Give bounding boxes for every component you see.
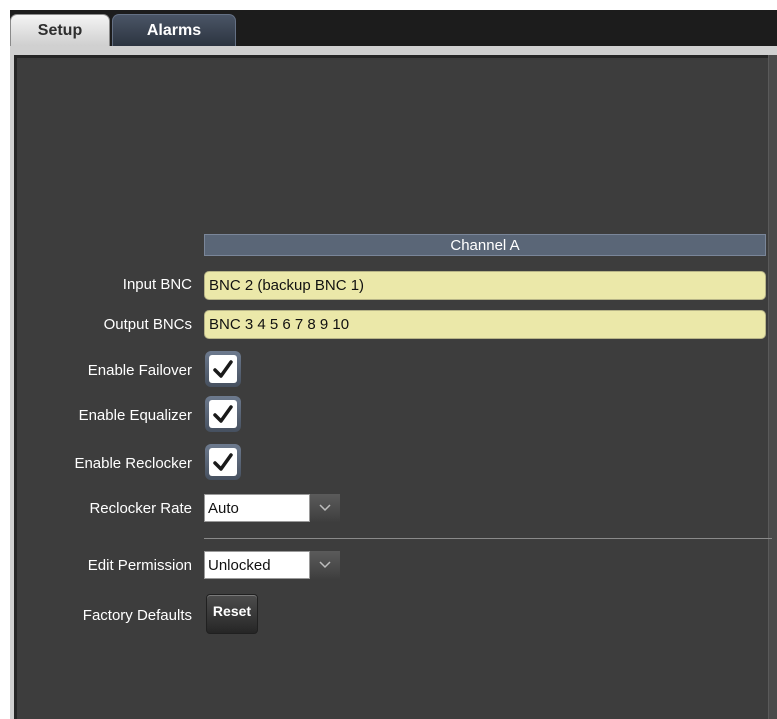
edit-permission-value: Unlocked: [204, 551, 310, 579]
input-bnc-field[interactable]: BNC 2 (backup BNC 1): [204, 271, 766, 300]
enable-reclocker-checkbox[interactable]: [205, 444, 241, 480]
tab-setup-label: Setup: [37, 21, 83, 39]
enable-equalizer-label: Enable Equalizer: [78, 407, 192, 424]
tab-alarms[interactable]: Alarms: [112, 14, 236, 46]
factory-defaults-label: Factory Defaults: [82, 607, 192, 624]
tab-bar: Setup Alarms: [10, 10, 777, 46]
enable-equalizer-checkbox[interactable]: [205, 396, 241, 432]
enable-failover-label: Enable Failover: [87, 362, 192, 379]
enable-equalizer-box: [209, 400, 237, 428]
panel-scroll-edge: [768, 55, 777, 719]
output-bncs-value: BNC 3 4 5 6 7 8 9 10: [209, 316, 350, 333]
section-divider: [204, 538, 772, 539]
output-bncs-label: Output BNCs: [103, 316, 192, 333]
enable-failover-checkbox[interactable]: [205, 351, 241, 387]
reset-button[interactable]: Reset: [206, 594, 258, 634]
checkmark-icon: [213, 360, 233, 378]
enable-failover-box: [209, 355, 237, 383]
tab-alarms-label: Alarms: [146, 21, 202, 39]
chevron-down-icon[interactable]: [310, 494, 340, 522]
checkmark-icon: [213, 405, 233, 423]
tab-setup[interactable]: Setup: [10, 14, 110, 46]
reclocker-rate-select[interactable]: Auto: [204, 494, 340, 522]
channel-header: Channel A: [204, 234, 766, 256]
checkmark-icon: [213, 453, 233, 471]
enable-reclocker-label: Enable Reclocker: [74, 455, 192, 472]
input-bnc-label: Input BNC: [122, 276, 192, 293]
input-bnc-value: BNC 2 (backup BNC 1): [209, 277, 365, 294]
edit-permission-label: Edit Permission: [87, 557, 192, 574]
output-bncs-field[interactable]: BNC 3 4 5 6 7 8 9 10: [204, 310, 766, 339]
reclocker-rate-label: Reclocker Rate: [89, 500, 192, 517]
reclocker-rate-value: Auto: [204, 494, 310, 522]
enable-reclocker-box: [209, 448, 237, 476]
edit-permission-select[interactable]: Unlocked: [204, 551, 340, 579]
chevron-down-icon[interactable]: [310, 551, 340, 579]
